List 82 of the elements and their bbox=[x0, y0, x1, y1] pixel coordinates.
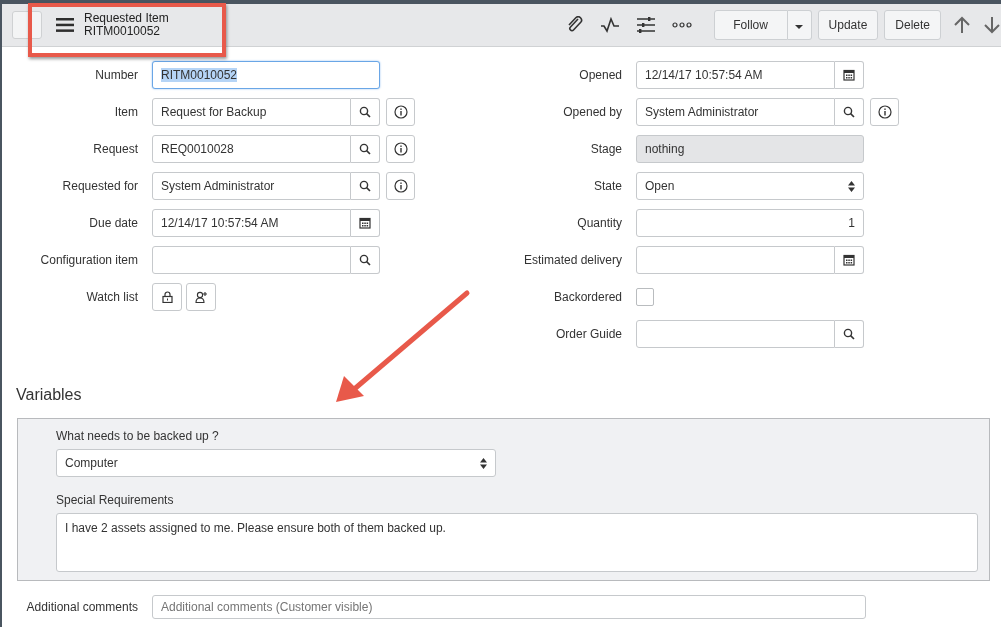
activity-icon[interactable] bbox=[599, 17, 620, 33]
menu-icon[interactable] bbox=[56, 18, 74, 32]
header-button[interactable]: Update bbox=[817, 10, 879, 40]
field-label: Backordered bbox=[552, 290, 623, 304]
up-arrow-icon[interactable] bbox=[953, 16, 971, 34]
info-button[interactable] bbox=[386, 135, 415, 163]
text-field[interactable]: 12/14/17 10:57:54 AM bbox=[636, 61, 835, 89]
info-icon bbox=[393, 105, 408, 119]
calendar-button[interactable] bbox=[835, 246, 864, 274]
dropdown-button[interactable] bbox=[787, 10, 812, 40]
text-field[interactable]: System Administrator bbox=[636, 98, 835, 126]
lock-icon bbox=[161, 291, 173, 303]
field-label: Due date bbox=[88, 216, 139, 230]
info-button[interactable] bbox=[386, 172, 415, 200]
field-label: Item bbox=[113, 105, 139, 119]
info-button[interactable] bbox=[386, 98, 415, 126]
checkbox[interactable] bbox=[636, 288, 654, 306]
calendar-button[interactable] bbox=[835, 61, 864, 89]
search-button[interactable] bbox=[835, 320, 864, 348]
text-field[interactable] bbox=[636, 320, 835, 348]
down-arrow-icon[interactable] bbox=[983, 16, 1001, 34]
caret-icon bbox=[795, 25, 804, 29]
text-field[interactable]: System Administrator bbox=[152, 172, 351, 200]
field-label: Quantity bbox=[576, 216, 623, 230]
select-field[interactable]: Computer bbox=[56, 449, 496, 477]
search-icon bbox=[359, 143, 371, 155]
add-user-icon bbox=[194, 291, 208, 303]
field-label: Watch list bbox=[85, 290, 139, 304]
field-label: State bbox=[592, 179, 623, 193]
record-type-title: Requested Item bbox=[84, 12, 169, 25]
search-button[interactable] bbox=[351, 135, 380, 163]
text-field[interactable] bbox=[636, 246, 835, 274]
search-button[interactable] bbox=[835, 98, 864, 126]
text-area[interactable]: I have 2 assets assigned to me. Please ensure both of them backed up. bbox=[56, 513, 978, 572]
text-field[interactable]: 1 bbox=[636, 209, 864, 237]
search-button[interactable] bbox=[351, 246, 380, 274]
search-icon bbox=[359, 106, 371, 118]
search-icon bbox=[843, 328, 855, 340]
text-field[interactable]: RITM0010052 bbox=[152, 61, 380, 89]
text-field[interactable]: Request for Backup bbox=[152, 98, 351, 126]
field-label: Opened by bbox=[562, 105, 623, 119]
paperclip-icon[interactable] bbox=[565, 16, 584, 34]
search-icon bbox=[359, 254, 371, 266]
lock-button[interactable] bbox=[152, 283, 182, 311]
select-field[interactable]: Open bbox=[636, 172, 864, 200]
sliders-icon[interactable] bbox=[635, 16, 656, 34]
info-button[interactable] bbox=[870, 98, 899, 126]
field-label: Additional comments bbox=[25, 600, 139, 614]
text-field[interactable]: REQ0010028 bbox=[152, 135, 351, 163]
field-label: Configuration item bbox=[39, 253, 139, 267]
add-user-button[interactable] bbox=[186, 283, 216, 311]
record-number: RITM0010052 bbox=[84, 25, 162, 38]
calendar-icon bbox=[843, 254, 855, 266]
calendar-icon bbox=[843, 69, 855, 81]
info-icon bbox=[877, 105, 892, 119]
search-icon bbox=[843, 106, 855, 118]
sort-caret-icon bbox=[848, 180, 855, 192]
search-icon bbox=[359, 180, 371, 192]
variable-label: Special Requirements bbox=[56, 493, 175, 507]
sort-caret-icon bbox=[480, 457, 487, 469]
field-label: Requested for bbox=[61, 179, 139, 193]
field-label: Opened bbox=[578, 68, 623, 82]
search-button[interactable] bbox=[351, 172, 380, 200]
info-icon bbox=[393, 179, 408, 193]
comments-field[interactable]: Additional comments (Customer visible) bbox=[152, 595, 866, 619]
field-label: Number bbox=[94, 68, 139, 82]
field-label: Request bbox=[92, 142, 139, 156]
info-icon bbox=[393, 142, 408, 156]
search-button[interactable] bbox=[351, 98, 380, 126]
calendar-icon bbox=[359, 217, 371, 229]
section-heading: Variables bbox=[16, 386, 83, 404]
variable-label: What needs to be backed up ? bbox=[56, 429, 220, 443]
more-icon[interactable] bbox=[671, 22, 692, 28]
field-label: Stage bbox=[589, 142, 623, 156]
read-only-field: nothing bbox=[636, 135, 864, 163]
follow-button[interactable]: Follow bbox=[713, 10, 788, 40]
field-label: Estimated delivery bbox=[522, 253, 623, 267]
text-field[interactable]: 12/14/17 10:57:54 AM bbox=[152, 209, 351, 237]
calendar-button[interactable] bbox=[351, 209, 380, 237]
header-button[interactable]: Delete bbox=[884, 10, 941, 40]
text-field[interactable] bbox=[152, 246, 351, 274]
field-label: Order Guide bbox=[554, 327, 623, 341]
